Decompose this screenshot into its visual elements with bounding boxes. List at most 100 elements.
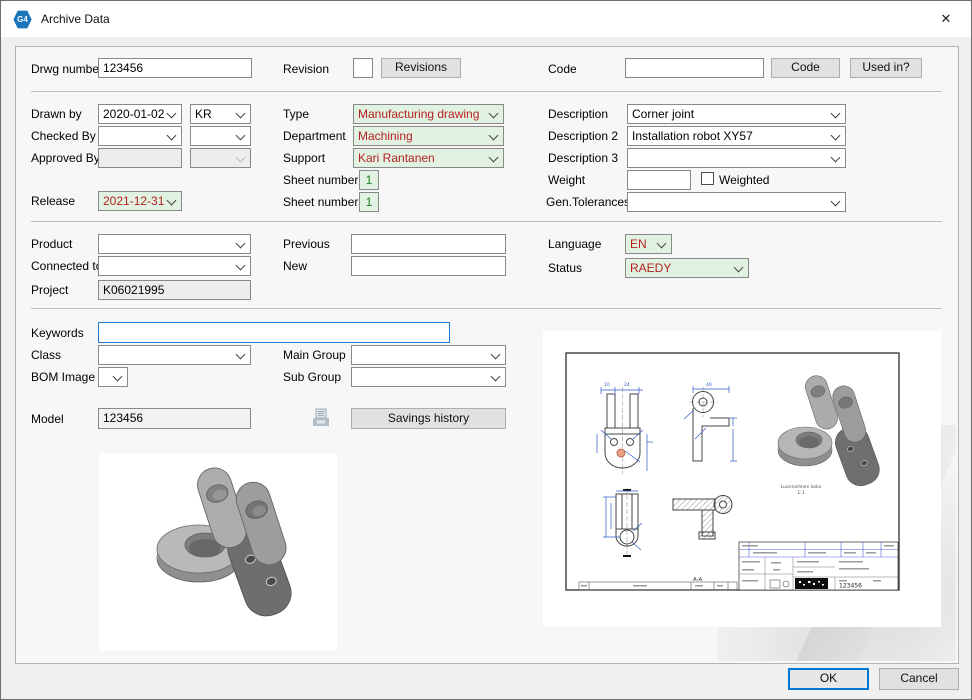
window-title: Archive Data (41, 12, 110, 26)
support-label: Support (283, 151, 325, 165)
chevron-down-icon (491, 372, 501, 382)
close-icon[interactable]: ✕ (931, 7, 961, 31)
dim-label: 10 (604, 382, 610, 388)
sub-group-label: Sub Group (283, 370, 341, 384)
drawn-by-date-value: 2020-01-02 (103, 107, 164, 121)
class-label: Class (31, 348, 61, 362)
revision-field[interactable] (353, 58, 373, 78)
ok-button[interactable]: OK (788, 668, 869, 690)
drawn-by-label: Drawn by (31, 107, 82, 121)
revisions-button[interactable]: Revisions (381, 58, 461, 78)
language-label: Language (548, 237, 601, 251)
drwg-number-label: Drwg number (31, 62, 103, 76)
chevron-down-icon (167, 196, 177, 206)
code-button[interactable]: Code (771, 58, 840, 78)
g4-app-icon: G4 (13, 10, 32, 29)
checked-by-label: Checked By (31, 129, 96, 143)
release-combobox[interactable]: 2021-12-31 (98, 191, 182, 211)
previous-field[interactable] (351, 234, 506, 254)
drwg-number-field[interactable]: 123456 (98, 58, 252, 78)
weighted-checkbox[interactable] (701, 172, 714, 185)
description-combobox[interactable]: Corner joint (627, 104, 846, 124)
chevron-down-icon (236, 109, 246, 119)
drawn-by-initials-combobox[interactable]: KR (190, 104, 251, 124)
language-combobox[interactable]: EN (625, 234, 672, 254)
project-label: Project (31, 283, 68, 297)
sub-group-combobox[interactable] (351, 367, 506, 387)
code-field[interactable] (625, 58, 764, 78)
model-field: 123456 (98, 408, 251, 429)
new-field[interactable] (351, 256, 506, 276)
separator (31, 221, 942, 222)
sheet-numbers-field[interactable]: 1 (359, 192, 379, 212)
titleblock-drawing-number: 123456 (839, 583, 862, 590)
chevron-down-icon (167, 131, 177, 141)
chevron-down-icon (831, 109, 841, 119)
chevron-down-icon (167, 109, 177, 119)
weighted-checkbox-label: Weighted (719, 173, 769, 187)
weight-field[interactable] (627, 170, 691, 190)
connected-to-combobox[interactable] (98, 256, 251, 276)
release-value: 2021-12-31 (103, 194, 164, 208)
chevron-down-icon (489, 109, 499, 119)
bom-image-combobox[interactable] (98, 367, 128, 387)
chevron-down-icon (489, 153, 499, 163)
class-combobox[interactable] (98, 345, 251, 365)
bom-image-label: BOM Image (31, 370, 95, 384)
chevron-down-icon (657, 239, 667, 249)
dim-label: 40 (706, 382, 712, 388)
corner-joint-3d-image (99, 453, 337, 651)
revision-label: Revision (283, 62, 329, 76)
department-combobox[interactable]: Machining (353, 126, 504, 146)
drawn-by-date-combobox[interactable]: 2020-01-02 (98, 104, 182, 124)
description3-combobox[interactable] (627, 148, 846, 168)
chevron-down-icon (113, 372, 123, 382)
cancel-button[interactable]: Cancel (879, 668, 959, 690)
checked-by-initials-combobox[interactable] (190, 126, 251, 146)
chevron-down-icon (236, 261, 246, 271)
print-icon (311, 407, 331, 434)
new-label: New (283, 259, 307, 273)
project-field: K06021995 (98, 280, 251, 300)
scale-note-line1: Luonnollinen koko (781, 484, 822, 490)
product-label: Product (31, 237, 72, 251)
keywords-label: Keywords (31, 326, 84, 340)
model-3d-preview (99, 453, 337, 651)
chevron-down-icon (236, 131, 246, 141)
chevron-down-icon (831, 131, 841, 141)
model-label: Model (31, 412, 64, 426)
product-combobox[interactable] (98, 234, 251, 254)
approved-by-initials-combobox (190, 148, 251, 168)
connected-to-label: Connected to (31, 259, 102, 273)
used-in-button[interactable]: Used in? (850, 58, 922, 78)
support-combobox[interactable]: Kari Rantanen (353, 148, 504, 168)
archive-data-dialog: G4 Archive Data ✕ Drwg number 123456 Rev… (0, 0, 972, 700)
drawn-by-initials-value: KR (195, 107, 212, 121)
keywords-input[interactable] (98, 322, 450, 343)
weight-label: Weight (548, 173, 585, 187)
code-label: Code (548, 62, 577, 76)
department-label: Department (283, 129, 346, 143)
status-combobox[interactable]: RAEDY (625, 258, 749, 278)
type-label: Type (283, 107, 309, 121)
checked-by-date-combobox[interactable] (98, 126, 182, 146)
status-label: Status (548, 261, 582, 275)
chevron-down-icon (236, 350, 246, 360)
sheet-number-field[interactable]: 1 (359, 170, 379, 190)
approved-by-label: Approved By (31, 151, 100, 165)
previous-label: Previous (283, 237, 330, 251)
description2-combobox[interactable]: Installation robot XY57 (627, 126, 846, 146)
type-combobox[interactable]: Manufacturing drawing (353, 104, 504, 124)
gen-tolerances-label: Gen.Tolerances (546, 195, 630, 209)
gen-tolerances-combobox[interactable] (627, 192, 846, 212)
title-bar: G4 Archive Data ✕ (1, 1, 971, 37)
savings-history-button[interactable]: Savings history (351, 408, 506, 429)
main-group-combobox[interactable] (351, 345, 506, 365)
main-group-label: Main Group (283, 348, 346, 362)
approved-by-date-field (98, 148, 182, 168)
release-label: Release (31, 194, 75, 208)
scale-note-line2: 1:1 (797, 490, 804, 496)
dim-label: 24 (624, 382, 630, 388)
separator (31, 308, 942, 309)
drawing-sheet-preview: 10 24 40 (543, 331, 941, 627)
